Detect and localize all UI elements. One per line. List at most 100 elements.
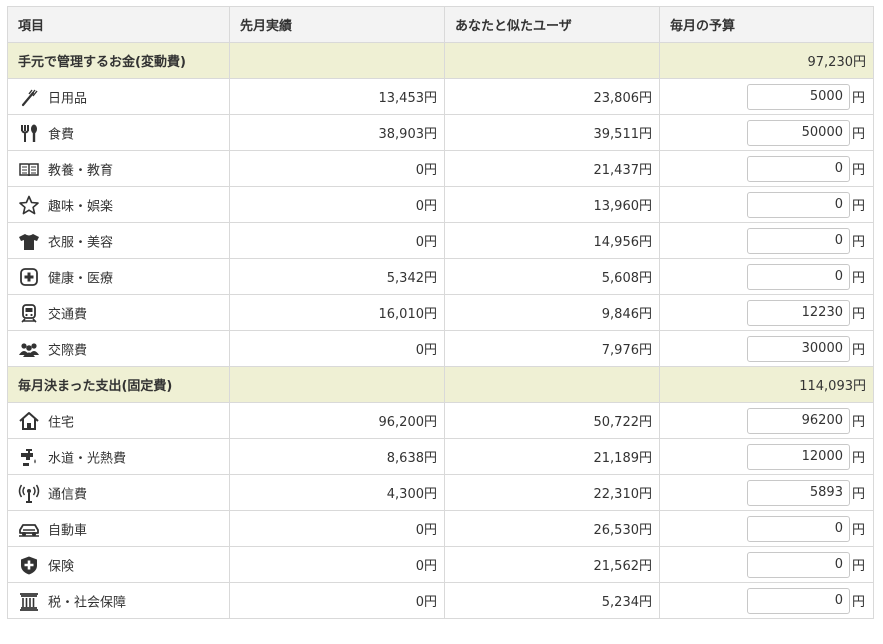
category-label: 教養・教育: [48, 163, 114, 178]
budget-unit: 円: [851, 451, 865, 466]
shirt-icon: [18, 231, 40, 251]
section-empty-cell: [229, 366, 445, 403]
budget-input[interactable]: [746, 443, 850, 470]
budget-input[interactable]: [746, 227, 850, 254]
budget-unit: 円: [851, 595, 865, 610]
category-label: 保険: [48, 559, 75, 574]
section-empty-cell: [444, 42, 660, 79]
budget-cell: 円: [659, 330, 874, 367]
category-cell: 健康・医療: [7, 258, 230, 295]
category-label: 税・社会保障: [48, 595, 127, 610]
antenna-icon: [18, 483, 40, 503]
category-label: 自動車: [48, 523, 88, 538]
budget-input[interactable]: [746, 407, 850, 434]
medical-cross-icon: [18, 267, 40, 287]
budget-input[interactable]: [746, 263, 850, 290]
budget-input[interactable]: [746, 479, 850, 506]
last-month-value: 0円: [229, 510, 445, 547]
last-month-value: 0円: [229, 330, 445, 367]
last-month-value: 16,010円: [229, 294, 445, 331]
last-month-value: 8,638円: [229, 438, 445, 475]
header-last-month: 先月実績: [229, 6, 445, 43]
last-month-value: 96,200円: [229, 402, 445, 439]
budget-input[interactable]: [746, 83, 850, 110]
budget-unit: 円: [851, 307, 865, 322]
budget-cell: 円: [659, 546, 874, 583]
budget-input[interactable]: [746, 299, 850, 326]
budget-input[interactable]: [746, 155, 850, 182]
budget-unit: 円: [851, 415, 865, 430]
budget-input[interactable]: [746, 335, 850, 362]
table-row: 自動車 0円26,530円 円: [7, 510, 874, 547]
toothbrush-icon: [18, 87, 40, 107]
section-empty-cell: [444, 366, 660, 403]
category-cell: 交通費: [7, 294, 230, 331]
budget-unit: 円: [851, 199, 865, 214]
budget-unit: 円: [851, 559, 865, 574]
budget-cell: 円: [659, 186, 874, 223]
last-month-value: 0円: [229, 582, 445, 619]
budget-input[interactable]: [746, 515, 850, 542]
budget-input[interactable]: [746, 551, 850, 578]
budget-cell: 円: [659, 438, 874, 475]
header-monthly-budget: 毎月の予算: [659, 6, 874, 43]
budget-unit: 円: [851, 127, 865, 142]
category-label: 通信費: [48, 487, 88, 502]
category-cell: 食費: [7, 114, 230, 151]
section-empty-cell: [229, 42, 445, 79]
budget-cell: 円: [659, 114, 874, 151]
similar-users-value: 7,976円: [444, 330, 660, 367]
budget-unit: 円: [851, 235, 865, 250]
budget-input[interactable]: [746, 587, 850, 614]
table-row: 水道・光熱費 8,638円21,189円 円: [7, 438, 874, 475]
similar-users-value: 21,562円: [444, 546, 660, 583]
budget-table: 項目 先月実績 あなたと似たユーザ 毎月の予算 手元で管理するお金(変動費) 97…: [7, 6, 874, 619]
last-month-value: 13,453円: [229, 78, 445, 115]
last-month-value: 38,903円: [229, 114, 445, 151]
table-row: 交通費 16,010円9,846円 円: [7, 294, 874, 331]
category-cell: 自動車: [7, 510, 230, 547]
similar-users-value: 13,960円: [444, 186, 660, 223]
budget-cell: 円: [659, 150, 874, 187]
category-cell: 保険: [7, 546, 230, 583]
last-month-value: 0円: [229, 150, 445, 187]
house-icon: [18, 411, 40, 431]
budget-cell: 円: [659, 402, 874, 439]
budget-input[interactable]: [746, 119, 850, 146]
header-similar-users: あなたと似たユーザ: [444, 6, 660, 43]
category-cell: 税・社会保障: [7, 582, 230, 619]
people-icon: [18, 339, 40, 359]
category-label: 水道・光熱費: [48, 451, 127, 466]
category-label: 住宅: [48, 415, 75, 430]
budget-input[interactable]: [746, 191, 850, 218]
category-label: 日用品: [48, 91, 88, 106]
similar-users-value: 21,189円: [444, 438, 660, 475]
table-row: 趣味・娯楽 0円13,960円 円: [7, 186, 874, 223]
similar-users-value: 21,437円: [444, 150, 660, 187]
table-row: 健康・医療 5,342円5,608円 円: [7, 258, 874, 295]
budget-unit: 円: [851, 523, 865, 538]
similar-users-value: 5,234円: [444, 582, 660, 619]
budget-cell: 円: [659, 582, 874, 619]
budget-cell: 円: [659, 222, 874, 259]
similar-users-value: 14,956円: [444, 222, 660, 259]
section-total: 97,230円: [659, 42, 874, 79]
last-month-value: 0円: [229, 546, 445, 583]
budget-table-container: 項目 先月実績 あなたと似たユーザ 毎月の予算 手元で管理するお金(変動費) 97…: [7, 6, 874, 619]
similar-users-value: 23,806円: [444, 78, 660, 115]
table-body: 手元で管理するお金(変動費)97,230円日用品13,453円23,806円円食…: [7, 42, 874, 619]
category-cell: 交際費: [7, 330, 230, 367]
category-label: 健康・医療: [48, 271, 114, 286]
category-cell: 住宅: [7, 402, 230, 439]
shield-icon: [18, 555, 40, 575]
budget-cell: 円: [659, 474, 874, 511]
table-row: 日用品 13,453円23,806円 円: [7, 78, 874, 115]
budget-cell: 円: [659, 294, 874, 331]
category-cell: 日用品: [7, 78, 230, 115]
car-icon: [18, 519, 40, 539]
table-row: 教養・教育 0円21,437円 円: [7, 150, 874, 187]
budget-cell: 円: [659, 78, 874, 115]
last-month-value: 4,300円: [229, 474, 445, 511]
category-label: 食費: [48, 127, 75, 142]
budget-unit: 円: [851, 487, 865, 502]
